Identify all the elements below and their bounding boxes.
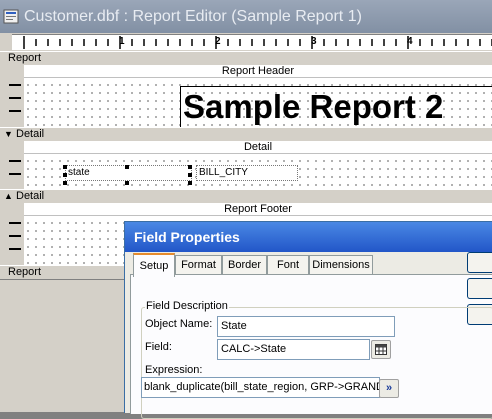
calendar-grid-icon [375, 344, 387, 355]
ok-button[interactable] [467, 252, 492, 273]
ruler-ticks [23, 36, 492, 49]
selection-handle[interactable] [188, 165, 192, 169]
object-name-label: Object Name: [145, 318, 213, 330]
cancel-button[interactable] [467, 278, 492, 299]
selection-handle[interactable] [188, 173, 192, 177]
field-description-legend: Field Description [145, 300, 229, 312]
expression-label: Expression: [145, 364, 203, 376]
bill-city-field[interactable]: BILL_CITY [196, 165, 298, 181]
tab-setup[interactable]: Setup [133, 253, 175, 277]
band-gutter [0, 65, 25, 127]
band-label-detail[interactable]: ▼ Detail [0, 127, 492, 142]
selection-handle[interactable] [188, 181, 192, 185]
tab-border[interactable]: Border [222, 255, 267, 275]
selection-handle[interactable] [125, 165, 129, 169]
tab-dimensions[interactable]: Dimensions [309, 255, 373, 275]
ruler-number-1: 1 [119, 36, 125, 47]
editor-title-bar[interactable]: Customer.dbf : Report Editor (Sample Rep… [0, 0, 492, 33]
report-app-icon [3, 9, 19, 24]
selection-handle[interactable] [63, 181, 67, 185]
report-title-field[interactable]: Sample Report 2 [180, 86, 492, 128]
field-label: Field: [145, 341, 172, 353]
detail-caption: Detail [24, 141, 492, 153]
expression-builder-button[interactable]: » [379, 379, 399, 398]
field-picker-button[interactable] [371, 340, 391, 359]
ruler-number-2: 2 [215, 36, 221, 47]
tab-font[interactable]: Font [267, 255, 309, 275]
expression-input[interactable]: blank_duplicate(bill_state_region, GRP->… [141, 377, 380, 398]
dialog-title-bar[interactable]: Field Properties [125, 222, 492, 252]
tab-format[interactable]: Format [175, 255, 222, 275]
band-label-detail-2[interactable]: ▲ Detail [0, 189, 492, 204]
object-name-input[interactable]: State [217, 316, 395, 337]
selection-handle[interactable] [63, 165, 67, 169]
band-gutter [0, 141, 25, 189]
horizontal-ruler[interactable]: 1 2 3 4 [12, 34, 492, 50]
editor-title: Customer.dbf : Report Editor (Sample Rep… [24, 8, 362, 25]
ruler-number-3: 3 [311, 36, 317, 47]
band-label-report[interactable]: Report [0, 51, 492, 66]
field-input[interactable]: CALC->State [217, 339, 370, 360]
collapse-triangle-icon[interactable]: ▼ [4, 128, 13, 141]
ruler-number-4: 4 [407, 36, 413, 47]
report-header-caption: Report Header [24, 65, 492, 77]
dialog-title: Field Properties [134, 229, 240, 245]
selection-handle[interactable] [125, 181, 129, 185]
expand-triangle-icon[interactable]: ▲ [4, 190, 13, 203]
band-gutter [0, 203, 25, 265]
report-footer-caption: Report Footer [24, 203, 492, 215]
ruler-bar: 1 2 3 4 [0, 33, 492, 52]
selection-handle[interactable] [63, 173, 67, 177]
